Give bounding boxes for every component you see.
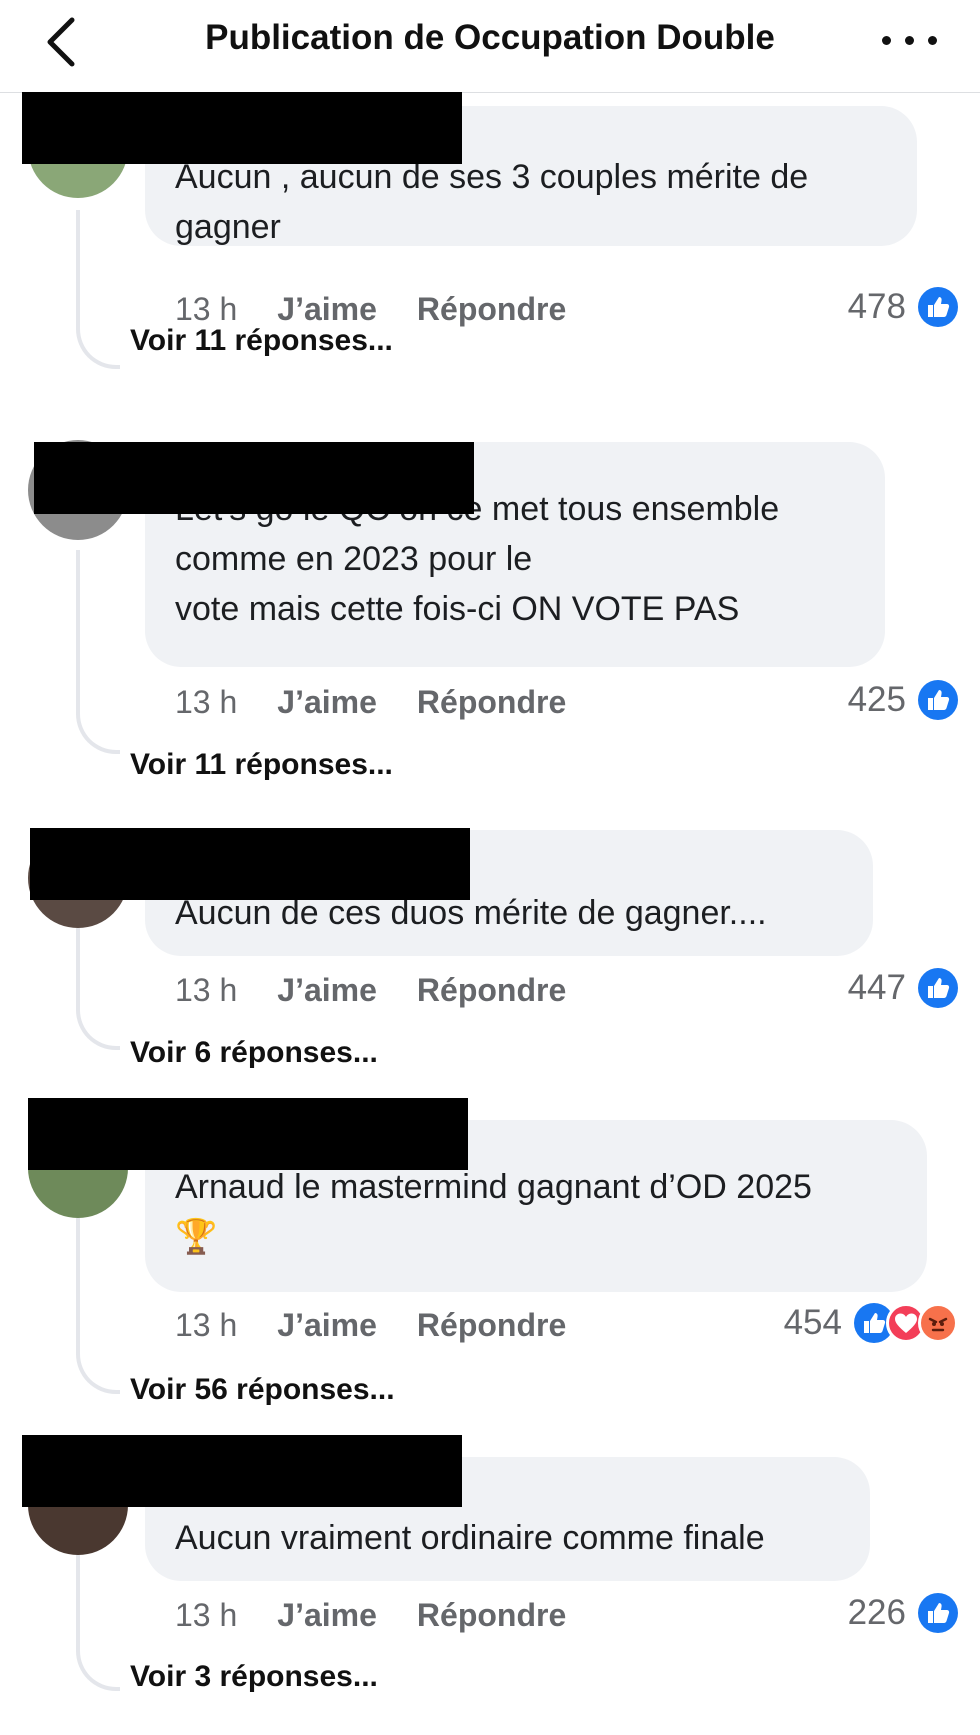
- thread-line: [76, 550, 120, 754]
- thread-line: [76, 928, 120, 1050]
- reaction-count: 226: [847, 1593, 906, 1632]
- reply-button[interactable]: Répondre: [417, 680, 566, 724]
- like-button[interactable]: J’aime: [277, 1303, 377, 1347]
- view-replies-link[interactable]: Voir 6 réponses...: [130, 1036, 378, 1070]
- comment-meta: 13 h J’aime Répondre: [175, 1303, 606, 1347]
- thread-line: [76, 1545, 120, 1691]
- view-replies-link[interactable]: Voir 56 réponses...: [130, 1373, 395, 1407]
- more-icon-dot: [882, 36, 891, 45]
- thread-line: [76, 1218, 120, 1394]
- view-replies-link[interactable]: Voir 11 réponses...: [130, 324, 393, 358]
- comment: Arnaud le mastermind gagnant d’OD 2025 🏆…: [0, 1098, 980, 1418]
- page-title: Publication de Occupation Double: [205, 18, 775, 57]
- comment: Aucun , aucun de ses 3 couples mérite de…: [0, 92, 980, 412]
- comment-meta: 13 h J’aime Répondre: [175, 680, 606, 724]
- top-bar: Publication de Occupation Double: [0, 0, 980, 93]
- like-icon: [918, 680, 958, 720]
- comment: Let’s go le QC on ce met tous ensemble c…: [0, 440, 980, 782]
- comment-text: Aucun , aucun de ses 3 couples mérite de…: [175, 158, 809, 246]
- more-icon-dot: [928, 36, 937, 45]
- view-replies-link[interactable]: Voir 11 réponses...: [130, 748, 393, 782]
- reaction-summary[interactable]: 226: [848, 1588, 958, 1638]
- angry-icon: [918, 1303, 958, 1343]
- reply-button[interactable]: Répondre: [417, 1303, 566, 1347]
- comment-meta: 13 h J’aime Répondre: [175, 1593, 606, 1637]
- reaction-summary[interactable]: 425: [848, 675, 958, 725]
- redaction-bar: [22, 92, 462, 164]
- like-button[interactable]: J’aime: [277, 1593, 377, 1637]
- reply-button[interactable]: Répondre: [417, 968, 566, 1012]
- like-button[interactable]: J’aime: [277, 680, 377, 724]
- reaction-summary[interactable]: 478: [848, 282, 958, 332]
- redaction-bar: [30, 828, 470, 900]
- thread-line: [76, 210, 120, 369]
- reaction-summary[interactable]: 454: [784, 1298, 958, 1348]
- redaction-bar: [34, 442, 474, 514]
- comment-time: 13 h: [175, 972, 238, 1008]
- like-icon: [918, 1593, 958, 1633]
- reaction-count: 454: [783, 1303, 842, 1342]
- more-icon-dot: [905, 36, 914, 45]
- reaction-count: 425: [847, 680, 906, 719]
- reaction-summary[interactable]: 447: [848, 963, 958, 1013]
- view-replies-link[interactable]: Voir 3 réponses...: [130, 1660, 378, 1694]
- redaction-bar: [28, 1098, 468, 1170]
- reply-button[interactable]: Répondre: [417, 287, 566, 331]
- comment-meta: 13 h J’aime Répondre: [175, 968, 606, 1012]
- comment: Aucun vraiment ordinaire comme finale 13…: [0, 1435, 980, 1735]
- like-icon: [918, 968, 958, 1008]
- redaction-bar: [22, 1435, 462, 1507]
- comment: Aucun de ces duos mérite de gagner.... 1…: [0, 828, 980, 1070]
- reply-button[interactable]: Répondre: [417, 1593, 566, 1637]
- more-options-button[interactable]: [878, 22, 942, 58]
- like-icon: [918, 287, 958, 327]
- like-button[interactable]: J’aime: [277, 968, 377, 1012]
- comment-time: 13 h: [175, 1597, 238, 1633]
- comment-text: Aucun vraiment ordinaire comme finale: [175, 1519, 765, 1557]
- comment-text: Arnaud le mastermind gagnant d’OD 2025 🏆: [175, 1168, 812, 1256]
- reaction-count: 478: [847, 287, 906, 326]
- comment-time: 13 h: [175, 1307, 238, 1343]
- reaction-count: 447: [847, 968, 906, 1007]
- comment-time: 13 h: [175, 684, 238, 720]
